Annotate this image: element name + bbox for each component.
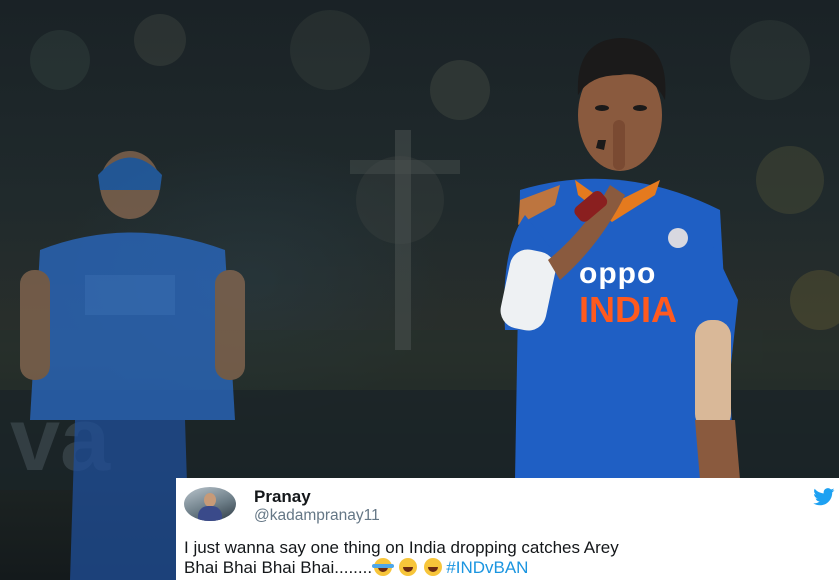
avatar[interactable] xyxy=(184,487,236,521)
tweet-text: I just wanna say one thing on India drop… xyxy=(184,538,834,578)
tweet-card: Pranay @kadampranay11 I just wanna say o… xyxy=(176,478,839,580)
hashtag-link[interactable]: #INDvBAN xyxy=(446,558,528,577)
twitter-bird-icon[interactable] xyxy=(813,488,835,506)
tweet-text-line-1: I just wanna say one thing on India drop… xyxy=(184,538,619,557)
grinning-emoji-icon xyxy=(423,558,442,576)
display-name[interactable]: Pranay xyxy=(254,487,311,507)
tweet-text-line-2: Bhai Bhai Bhai Bhai........ #INDvBAN xyxy=(184,558,834,578)
user-handle[interactable]: @kadampranay11 xyxy=(254,507,380,525)
tweet-text-line-2-body: Bhai Bhai Bhai Bhai........ xyxy=(184,558,373,577)
grinning-emoji-icon xyxy=(398,558,417,576)
jersey-sponsor: oppo xyxy=(579,257,656,290)
tears-of-joy-emoji-icon xyxy=(372,558,395,576)
jersey-country: INDIA xyxy=(579,289,677,330)
